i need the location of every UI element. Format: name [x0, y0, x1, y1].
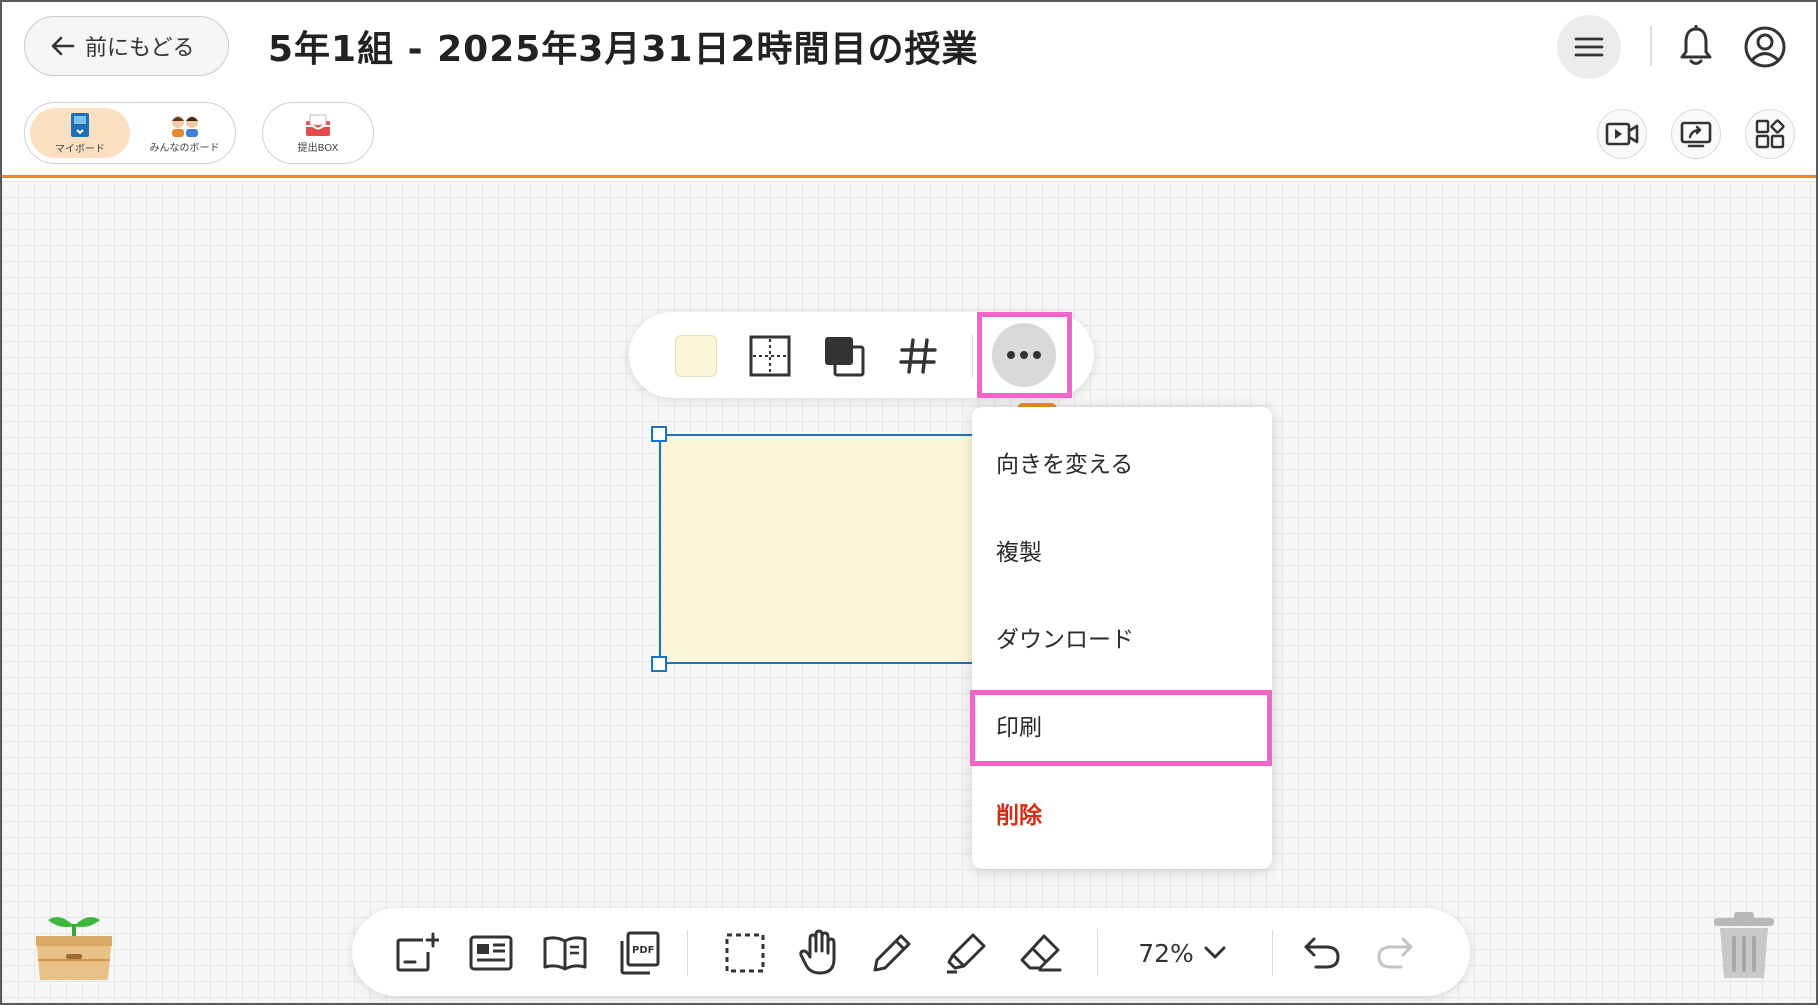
open-book-button[interactable]	[540, 928, 590, 978]
grid-lines-icon	[749, 335, 791, 377]
context-menu: 向きを変える 複製 ダウンロード 印刷 削除	[972, 407, 1272, 869]
pan-hand-button[interactable]	[794, 928, 844, 978]
add-card-icon	[396, 932, 439, 972]
sprout-box-icon	[36, 917, 112, 980]
hashtag-icon	[899, 338, 937, 374]
video-button[interactable]	[1597, 109, 1647, 159]
select-area-button[interactable]	[720, 928, 770, 978]
submit-box-button[interactable]: 提出BOX	[262, 102, 374, 164]
hand-icon	[799, 929, 836, 975]
arrow-left-icon	[51, 36, 75, 56]
all-boards-tab[interactable]: みんなのボード	[137, 108, 232, 158]
toolbar-divider	[1272, 930, 1273, 976]
screen-share-icon	[1680, 121, 1712, 148]
redo-button[interactable]	[1370, 928, 1420, 978]
chevron-down-icon	[1204, 946, 1226, 959]
menu-item-label: 複製	[996, 540, 1042, 566]
app-window: 前にもどる 5年1組 - 2025年3月31日2時間目の授業 マイボード みんな…	[0, 0, 1818, 1005]
user-circle-icon	[1744, 26, 1786, 68]
inbox-icon	[306, 114, 330, 136]
pencil-button[interactable]	[867, 928, 917, 978]
board-switch: マイボード みんなのボード	[24, 102, 236, 164]
pencil-icon	[873, 934, 911, 972]
card-color-button[interactable]	[673, 333, 719, 379]
menu-item-label: 削除	[996, 803, 1042, 829]
insert-pdf-button[interactable]: PDF	[614, 928, 664, 978]
video-play-icon	[1605, 122, 1639, 146]
header: 前にもどる 5年1組 - 2025年3月31日2時間目の授業 マイボード みんな…	[2, 2, 1816, 178]
apps-grid-icon	[1755, 119, 1785, 149]
menu-item-duplicate[interactable]: 複製	[972, 515, 1272, 585]
redo-icon	[1377, 937, 1413, 969]
back-button[interactable]: 前にもどる	[24, 16, 229, 76]
screen-share-button[interactable]	[1671, 109, 1721, 159]
resize-handle-bottom-left[interactable]	[651, 656, 667, 672]
open-book-icon	[543, 936, 587, 971]
zoom-level: 72%	[1138, 938, 1194, 968]
layers-icon	[825, 337, 865, 377]
menu-item-label: ダウンロード	[996, 627, 1134, 653]
add-card-button[interactable]	[392, 928, 442, 978]
toolbar-divider	[1097, 930, 1098, 976]
toolbar-divider	[687, 930, 688, 976]
hashtag-button[interactable]	[895, 333, 941, 379]
menu-item-label: 向きを変える	[996, 452, 1134, 478]
pdf-icon: PDF	[620, 931, 660, 975]
undo-button[interactable]	[1297, 928, 1347, 978]
eraser-button[interactable]	[1015, 928, 1065, 978]
all-boards-label: みんなのボード	[149, 142, 220, 154]
more-button-highlight	[977, 312, 1072, 398]
grid-lines-button[interactable]	[747, 333, 793, 379]
print-item-highlight	[970, 690, 1272, 766]
hamburger-menu-button[interactable]	[1557, 15, 1621, 79]
bottom-toolbar: PDF 72%	[352, 908, 1470, 996]
marker-icon	[947, 933, 986, 974]
students-icon	[171, 115, 198, 137]
layer-order-button[interactable]	[821, 333, 867, 379]
apps-button[interactable]	[1745, 109, 1795, 159]
insert-template-button[interactable]	[466, 928, 516, 978]
header-divider	[1650, 26, 1652, 66]
trash-icon[interactable]	[1712, 910, 1776, 980]
resize-handle-top-left[interactable]	[651, 426, 667, 442]
eraser-icon	[1020, 934, 1062, 972]
color-swatch-icon	[675, 335, 717, 377]
page-title: 5年1組 - 2025年3月31日2時間目の授業	[268, 29, 979, 70]
menu-item-download[interactable]: ダウンロード	[972, 602, 1272, 672]
my-board-tab[interactable]: マイボード	[30, 108, 130, 158]
zoom-dropdown[interactable]: 72%	[1122, 928, 1242, 978]
selected-card[interactable]	[659, 434, 979, 664]
menu-item-rotate[interactable]: 向きを変える	[972, 427, 1272, 497]
toolbar-divider	[972, 334, 973, 378]
undo-icon	[1304, 937, 1340, 969]
template-card-icon	[469, 935, 513, 971]
bell-icon	[1680, 25, 1712, 65]
back-button-label: 前にもどる	[85, 36, 195, 61]
account-button[interactable]	[1740, 22, 1790, 72]
notebook-icon	[71, 112, 89, 137]
marker-button[interactable]	[941, 928, 991, 978]
notification-button[interactable]	[1672, 22, 1720, 70]
dashed-select-icon	[725, 933, 765, 973]
submit-box-label: 提出BOX	[297, 142, 339, 154]
my-board-label: マイボード	[55, 143, 105, 155]
svg-text:PDF: PDF	[632, 945, 654, 956]
hamburger-icon	[1574, 37, 1604, 57]
menu-item-delete[interactable]: 削除	[972, 778, 1272, 848]
